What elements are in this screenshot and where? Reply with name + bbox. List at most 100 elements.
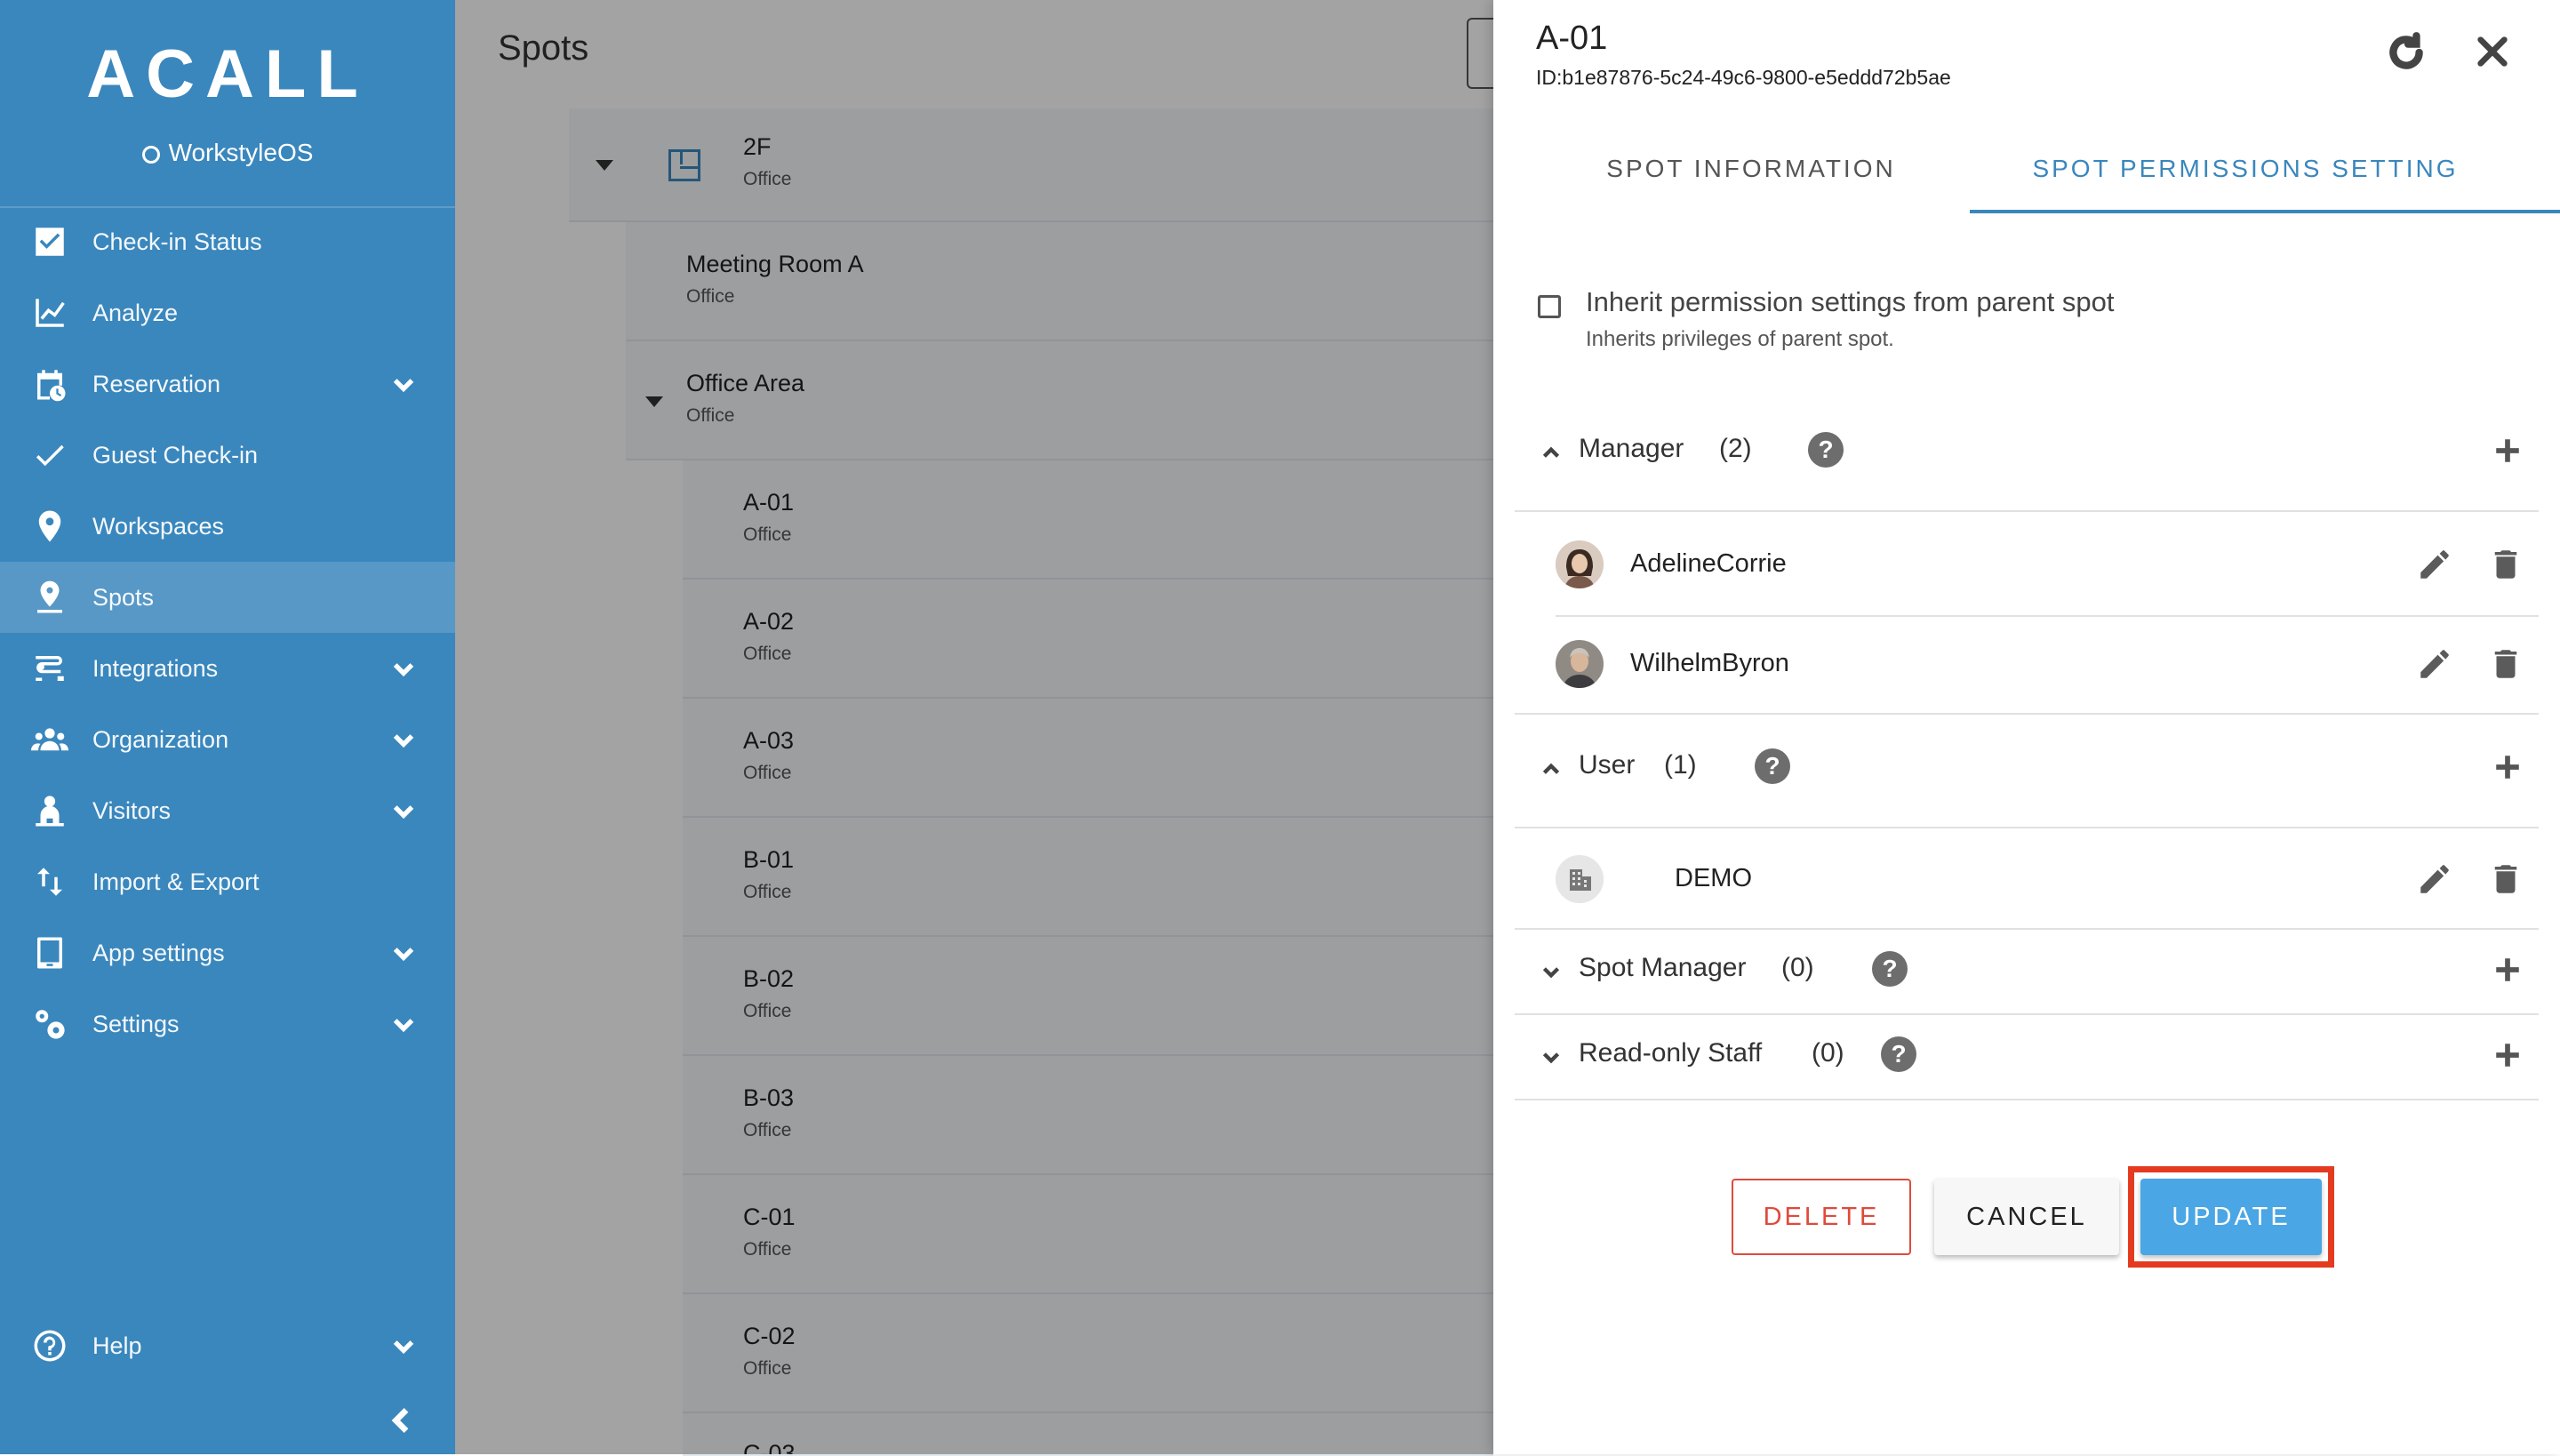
sidebar-item-label: App settings — [92, 939, 225, 966]
help-icon[interactable]: ? — [1755, 748, 1790, 784]
add-manager-button[interactable] — [2492, 436, 2523, 466]
sidebar-item-spots[interactable]: Spots — [0, 562, 455, 633]
spot-detail-panel: A-01 ID:b1e87876-5c24-49c6-9800-e5eddd72… — [1493, 0, 2560, 1454]
member-row: WilhelmByron — [1556, 615, 2523, 715]
trash-icon — [2494, 550, 2517, 579]
sidebar-item-integrations[interactable]: Integrations — [0, 633, 455, 704]
sidebar-item-guest-check-in[interactable]: Guest Check-in — [0, 420, 455, 491]
add-user-button[interactable] — [2492, 752, 2523, 782]
sidebar-item-analyze[interactable]: Analyze — [0, 277, 455, 348]
plus-icon — [2496, 958, 2519, 981]
trash-icon — [2494, 650, 2517, 678]
calendar-icon — [30, 364, 69, 404]
collapse-sidebar-button[interactable] — [384, 1403, 420, 1438]
section-title[interactable]: User — [1579, 750, 1635, 780]
sidebar-item-workspaces[interactable]: Workspaces — [0, 491, 455, 562]
tab-spot-information[interactable]: SPOT INFORMATION — [1529, 155, 1973, 210]
chevron-up-icon[interactable] — [1540, 757, 1563, 780]
sidebar-item-settings[interactable]: Settings — [0, 988, 455, 1060]
plus-icon — [2496, 1044, 2519, 1067]
sidebar-item-reservation[interactable]: Reservation — [0, 348, 455, 420]
trash-icon — [2494, 865, 2517, 893]
section-count: (0) — [1781, 953, 1814, 982]
people-icon — [30, 720, 69, 759]
sidebar-item-label: Integrations — [92, 654, 219, 682]
sidebar-item-label: Guest Check-in — [92, 441, 259, 468]
edit-button[interactable] — [2416, 645, 2453, 683]
product-name: WorkstyleOS — [0, 139, 455, 167]
logo: ACALL — [0, 36, 455, 113]
sidebar-item-label: Spots — [92, 583, 155, 611]
add-read-only-staff-button[interactable] — [2492, 1040, 2523, 1070]
plus-icon — [2496, 439, 2519, 462]
refresh-button[interactable] — [2384, 30, 2428, 75]
checkbox-icon — [30, 222, 69, 261]
spot-id: ID:b1e87876-5c24-49c6-9800-e5eddd72b5ae — [1536, 66, 1951, 89]
sidebar-item-label: Settings — [92, 1010, 180, 1037]
chevron-down-icon — [389, 1332, 418, 1360]
member-name: DEMO — [1675, 864, 1752, 892]
edit-button[interactable] — [2416, 546, 2453, 583]
logo-text: ACALL — [86, 36, 369, 112]
delete-button[interactable]: DELETE — [1732, 1179, 1911, 1255]
edit-button[interactable] — [2416, 860, 2453, 898]
sidebar-item-check-in-status[interactable]: Check-in Status — [0, 206, 455, 277]
add-spot-manager-button[interactable] — [2492, 955, 2523, 985]
section-count: (2) — [1719, 434, 1752, 463]
section-title[interactable]: Read-only Staff — [1579, 1038, 1762, 1068]
update-button-highlight — [2128, 1166, 2334, 1268]
chevron-up-icon[interactable] — [1540, 441, 1563, 464]
inherit-permissions-checkbox[interactable] — [1538, 295, 1561, 318]
sidebar-item-organization[interactable]: Organization — [0, 704, 455, 775]
help-icon[interactable]: ? — [1872, 951, 1908, 987]
close-icon — [2477, 36, 2508, 67]
section-spot-manager: Spot Manager (0) ? — [1515, 930, 2539, 1013]
sidebar-item-label: Workspaces — [92, 512, 225, 540]
visitor-icon — [30, 791, 69, 830]
cancel-button[interactable]: CANCEL — [1934, 1179, 2119, 1255]
chevron-down-icon[interactable] — [1540, 960, 1563, 983]
tab-spot-permissions-setting[interactable]: SPOT PERMISSIONS SETTING — [1970, 155, 2521, 210]
sidebar: ACALL WorkstyleOS Check-in Status Analyz… — [0, 0, 455, 1454]
member-row: AdelineCorrie — [1556, 516, 2523, 615]
delete-member-button[interactable] — [2487, 546, 2524, 583]
gears-icon — [30, 1004, 69, 1044]
sidebar-item-visitors[interactable]: Visitors — [0, 775, 455, 846]
chevron-left-icon — [391, 1407, 409, 1434]
section-manager: Manager (2) ? — [1515, 411, 2539, 494]
delete-member-button[interactable] — [2487, 645, 2524, 683]
member-name: AdelineCorrie — [1630, 549, 1787, 578]
section-count: (1) — [1664, 750, 1697, 780]
help-icon[interactable]: ? — [1881, 1036, 1916, 1072]
help-circle-icon — [30, 1326, 69, 1365]
member-row: DEMO — [1556, 830, 2523, 930]
help-icon[interactable]: ? — [1808, 432, 1844, 468]
sidebar-item-import-export[interactable]: Import & Export — [0, 846, 455, 917]
avatar — [1556, 540, 1604, 588]
close-button[interactable] — [2475, 34, 2510, 69]
modal-backdrop[interactable] — [455, 0, 1493, 1454]
sidebar-item-label: Organization — [92, 725, 229, 753]
delete-member-button[interactable] — [2487, 860, 2524, 898]
inherit-permissions-description: Inherits privileges of parent spot. — [1586, 327, 1894, 351]
chart-icon — [30, 293, 69, 332]
section-title[interactable]: Spot Manager — [1579, 953, 1746, 983]
chevron-down-icon — [389, 1010, 418, 1038]
plus-icon — [2496, 756, 2519, 779]
product-logo-icon — [141, 145, 160, 164]
panel-title: A-01 — [1536, 20, 1608, 57]
section-title[interactable]: Manager — [1579, 434, 1684, 464]
refresh-icon — [2389, 32, 2423, 69]
chevron-down-icon — [389, 725, 418, 754]
chevron-down-icon — [389, 796, 418, 825]
active-tab-indicator — [1970, 210, 2560, 213]
sidebar-item-help[interactable]: Help — [0, 1310, 455, 1381]
import-export-icon — [30, 862, 69, 901]
pencil-icon — [2420, 650, 2449, 678]
chevron-down-icon[interactable] — [1540, 1045, 1563, 1068]
sidebar-item-app-settings[interactable]: App settings — [0, 917, 455, 988]
section-count: (0) — [1812, 1038, 1844, 1068]
section-read-only-staff: Read-only Staff (0) ? — [1515, 1015, 2539, 1099]
divider — [1515, 713, 2539, 715]
inherit-permissions-label[interactable]: Inherit permission settings from parent … — [1586, 286, 2114, 318]
